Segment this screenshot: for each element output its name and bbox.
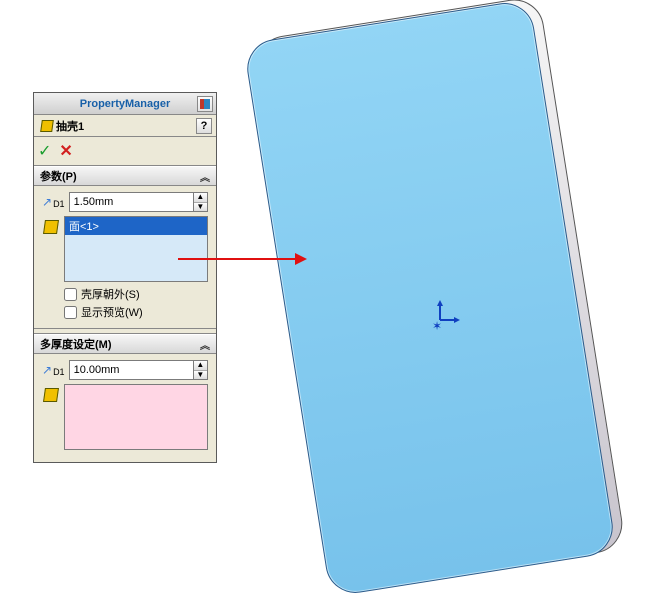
shell-outward-row[interactable]: 壳厚朝外(S): [64, 286, 208, 302]
section-title-multithickness: 多厚度设定(M): [40, 336, 112, 352]
thickness-spin-up[interactable]: ▲: [194, 193, 207, 202]
multi-thickness-spin-up[interactable]: ▲: [194, 361, 207, 370]
section-body-parameters: ↗D1 ▲ ▼ 面<1> 壳厚朝外(S) 显示预览(W): [34, 186, 216, 328]
selected-face[interactable]: [243, 0, 617, 597]
d1-icon: ↗D1: [42, 195, 65, 209]
thickness-input[interactable]: [70, 193, 193, 211]
face-selection-icon: [42, 218, 60, 236]
graphics-viewport[interactable]: [255, 8, 655, 598]
section-head-multithickness[interactable]: 多厚度设定(M) ︽: [34, 334, 216, 354]
property-manager-panel: PropertyManager 抽壳1 ? ✓ ✕ 参数(P) ︽ ↗D1 ▲ …: [33, 92, 217, 463]
show-preview-checkbox[interactable]: [64, 306, 77, 319]
panel-title: PropertyManager: [80, 98, 170, 110]
shell-outward-label: 壳厚朝外(S): [81, 286, 140, 302]
face-selection-icon: [42, 386, 60, 404]
feature-name: 抽壳1: [56, 118, 84, 134]
list-item[interactable]: 面<1>: [65, 217, 207, 235]
shell-outward-checkbox[interactable]: [64, 288, 77, 301]
model-body[interactable]: [243, 0, 617, 597]
show-preview-label: 显示预览(W): [81, 304, 143, 320]
cancel-button[interactable]: ✕: [59, 141, 72, 161]
faces-listbox[interactable]: 面<1>: [64, 216, 208, 282]
feature-row: 抽壳1 ?: [34, 115, 216, 137]
action-bar: ✓ ✕: [34, 137, 216, 166]
shell-feature-icon: [38, 118, 56, 134]
multi-faces-listbox[interactable]: [64, 384, 208, 450]
ok-button[interactable]: ✓: [38, 141, 51, 161]
chevron-icon: ︽: [200, 169, 210, 184]
multi-thickness-input[interactable]: [70, 361, 193, 379]
panel-header: PropertyManager: [34, 93, 216, 115]
callout-arrowhead-icon: [295, 253, 307, 265]
section-body-multithickness: ↗D1 ▲ ▼: [34, 354, 216, 462]
multi-thickness-spin-down[interactable]: ▼: [194, 370, 207, 380]
pin-button[interactable]: [197, 96, 213, 112]
callout-arrow-icon: [178, 258, 298, 260]
thickness-input-wrap: ▲ ▼: [69, 192, 208, 212]
help-button[interactable]: ?: [196, 118, 212, 134]
multi-thickness-input-wrap: ▲ ▼: [69, 360, 208, 380]
thickness-spin-down[interactable]: ▼: [194, 202, 207, 212]
d1-icon: ↗D1: [42, 363, 65, 377]
section-title-parameters: 参数(P): [40, 168, 77, 184]
section-head-parameters[interactable]: 参数(P) ︽: [34, 166, 216, 186]
chevron-icon: ︽: [200, 337, 210, 352]
show-preview-row[interactable]: 显示预览(W): [64, 304, 208, 320]
